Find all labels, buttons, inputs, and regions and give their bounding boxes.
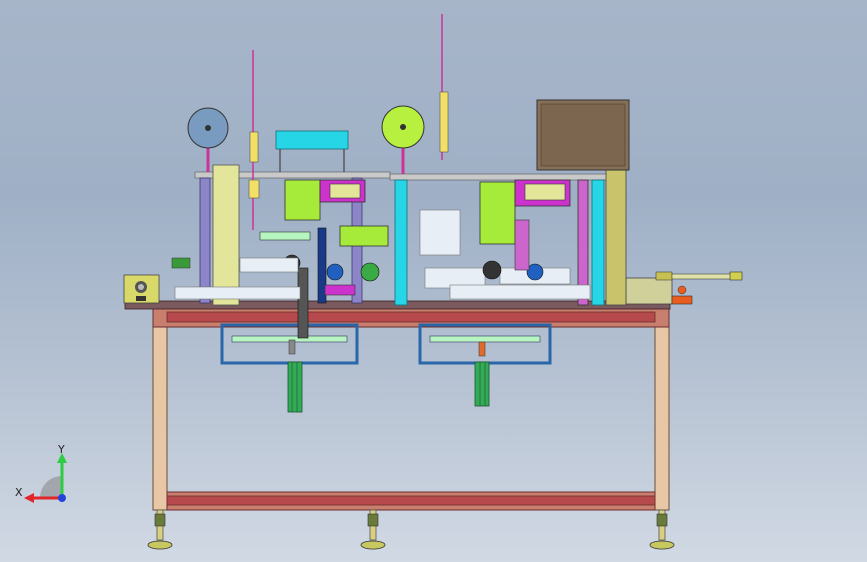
control-box-left: [123, 274, 160, 304]
axis-x-arrow: [24, 493, 34, 503]
foot-left: [147, 509, 173, 550]
axis-y-label: Y: [57, 443, 65, 456]
right-station: [381, 14, 630, 306]
machine-assembly: [123, 14, 743, 550]
foot-middle: [360, 509, 386, 550]
leg-right: [654, 306, 670, 511]
coordinate-triad[interactable]: Y X: [15, 443, 67, 503]
under-table-left: [220, 323, 359, 413]
axis-z-dot: [58, 494, 66, 502]
table-frame: [147, 306, 675, 550]
cad-3d-viewport[interactable]: Y X: [0, 0, 867, 562]
actuator-right: [625, 271, 743, 305]
left-station: [171, 50, 391, 339]
axis-x-label: X: [15, 486, 23, 499]
leg-left: [152, 306, 168, 511]
under-table-right: [418, 323, 552, 407]
foot-right: [649, 509, 675, 550]
